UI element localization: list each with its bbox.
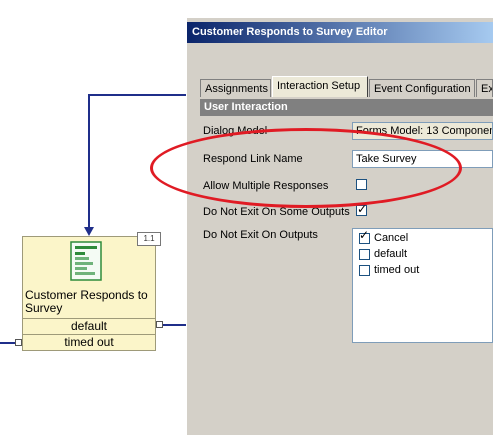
list-item[interactable]: timed out [359,264,419,276]
outputs-list[interactable]: Cancel default timed out [352,228,493,343]
workflow-node[interactable]: Customer Responds to Survey default time… [22,236,156,351]
highlight-ellipse [150,128,462,208]
tab-interaction-setup[interactable]: Interaction Setup [272,76,368,97]
list-item-label: timed out [374,264,420,276]
list-item-label: Cancel [374,232,409,244]
cancel-checkbox[interactable] [359,232,370,244]
tab-assignments[interactable]: Assignments [200,79,271,97]
input-port-timed-out[interactable] [15,339,22,346]
tab-event-configuration[interactable]: Event Configuration [369,79,475,97]
connector-line-top [88,94,188,96]
node-title: Customer Responds to Survey [25,288,148,315]
list-item-label: default [374,248,408,260]
do-not-exit-outputs-label: Do Not Exit On Outputs [203,229,318,241]
default-checkbox[interactable] [359,248,370,260]
do-not-exit-some-outputs-checkbox[interactable] [356,202,367,216]
editor-title: Customer Responds to Survey Editor [192,26,388,38]
timed-out-checkbox[interactable] [359,264,370,276]
connector-line-vertical [88,94,90,228]
section-header: User Interaction [200,99,493,116]
tab-ex[interactable]: Ex [476,79,493,97]
list-item[interactable]: Cancel [359,232,408,244]
node-number-badge: 1.1 [137,232,161,246]
list-item[interactable]: default [359,248,407,260]
connector-arrow-icon [84,227,94,236]
connector-line-right [161,324,187,326]
output-port-default[interactable] [156,321,163,328]
form-document-icon [70,241,102,281]
node-output-default[interactable]: default [23,318,155,334]
do-not-exit-some-outputs-label: Do Not Exit On Some Outputs [203,206,350,218]
node-output-timed-out[interactable]: timed out [23,334,155,350]
